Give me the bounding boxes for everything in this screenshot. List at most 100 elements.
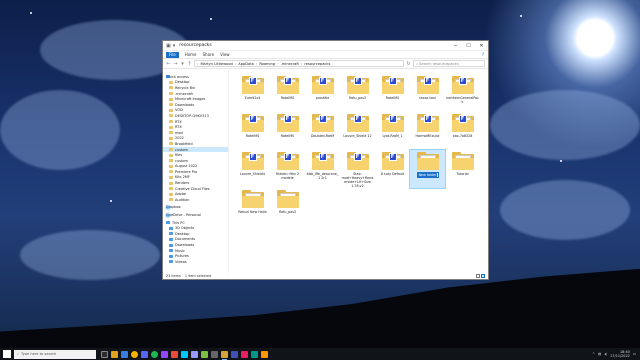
breadcrumb-item[interactable]: Roaming: [259, 62, 275, 66]
rename-input[interactable]: New folder: [416, 172, 439, 178]
file-item-label: Eumlt2x4: [244, 96, 261, 100]
taskbar-search[interactable]: ⌕ Type here to search: [14, 349, 96, 359]
file-item[interactable]: Fprostitle: [305, 74, 340, 112]
help-icon[interactable]: ?: [482, 52, 484, 57]
folder-icon: [169, 131, 173, 135]
navigation-pane[interactable]: Quick access Desktop Recycle Bin .minecraft…: [163, 70, 229, 273]
file-item[interactable]: Tutorial: [445, 150, 480, 188]
chevron-up-icon[interactable]: ^: [592, 352, 595, 356]
sidebar-item-label: Music: [175, 248, 185, 253]
file-item[interactable]: FnorthernGeneralPack: [445, 74, 480, 112]
item-count: 23 items: [166, 274, 181, 278]
file-item[interactable]: flatu_pos3: [270, 188, 305, 226]
file-item[interactable]: F Stair-mod+Heavy+Rend erside+LH+Size 1.7…: [340, 150, 375, 188]
breadcrumb-item[interactable]: .minecraft: [281, 62, 299, 66]
folder-icon: F: [451, 76, 474, 94]
discord-icon[interactable]: [141, 350, 148, 358]
recent-locations-icon[interactable]: ▾: [180, 61, 185, 67]
resourcepack-badge-icon: F: [248, 77, 257, 85]
tab-file[interactable]: File: [166, 51, 179, 58]
title-bar[interactable]: ▣ ▾ resourcepacks ─ ☐ ✕: [163, 41, 488, 51]
file-item[interactable]: New folder: [409, 149, 446, 189]
file-item[interactable]: F Lyat-RatM_1: [375, 112, 410, 150]
large-icons-view-icon[interactable]: [481, 274, 485, 278]
sidebar-item-label: 2022: [175, 136, 184, 141]
up-icon[interactable]: ↑: [187, 61, 192, 67]
file-item[interactable]: Reburl New Hailo: [235, 188, 270, 226]
clock[interactable]: 18:40 17/11/2022: [610, 350, 630, 358]
clock-date: 17/11/2022: [610, 354, 630, 358]
tab-share[interactable]: Share: [203, 52, 215, 57]
twitch-icon[interactable]: [161, 350, 168, 358]
file-item[interactable]: Fflatu_pos3: [340, 74, 375, 112]
spotify-icon[interactable]: [151, 350, 158, 358]
file-item[interactable]: Fldsk_iffe_descrone_1 2r1: [305, 150, 340, 188]
file-item[interactable]: F RatelMS: [270, 112, 305, 150]
file-item[interactable]: F Louvre_Shield 12: [340, 112, 375, 150]
app-icon[interactable]: [261, 350, 268, 358]
file-item[interactable]: F RatelMS: [270, 74, 305, 112]
breadcrumb-item[interactable]: AppData: [238, 62, 254, 66]
folder-icon[interactable]: ▣: [166, 43, 171, 49]
app-icon[interactable]: [231, 350, 238, 358]
app-icon[interactable]: [241, 350, 248, 358]
sidebar-item[interactable]: Dropbox: [163, 205, 228, 211]
network-icon[interactable]: ▤: [598, 352, 601, 356]
file-explorer-active-icon[interactable]: [221, 350, 228, 360]
minimize-icon[interactable]: ─: [449, 41, 462, 50]
sidebar-item[interactable]: Videos: [163, 259, 228, 265]
obs-icon[interactable]: [171, 350, 178, 358]
folder-icon: F: [276, 114, 299, 132]
sidebar-item-label: custom: [175, 158, 188, 163]
photoshop-icon[interactable]: [181, 350, 188, 358]
minecraft-icon[interactable]: [201, 350, 208, 358]
pc-icon: [169, 237, 173, 241]
star: [560, 160, 562, 162]
edge-icon[interactable]: [121, 350, 128, 358]
file-item[interactable]: F 8 suty Default: [375, 150, 410, 188]
sidebar-item[interactable]: Audition: [163, 197, 228, 203]
folder-icon: [169, 114, 173, 118]
close-icon[interactable]: ✕: [475, 41, 488, 50]
file-explorer-icon[interactable]: [111, 350, 118, 358]
maximize-icon[interactable]: ☐: [462, 41, 475, 50]
file-item[interactable]: F RatelMS: [375, 74, 410, 112]
file-view[interactable]: F Eumlt2x4 F RatelMS Fprostitle Fflatu_pos3 F R…: [229, 70, 488, 273]
file-item[interactable]: F Eumlt2x4: [235, 74, 270, 112]
chevron-right-icon: ›: [234, 61, 237, 66]
volume-icon[interactable]: ◂): [604, 352, 607, 356]
chrome-icon[interactable]: [131, 350, 138, 358]
pc-icon: [169, 232, 173, 236]
file-item-label: flatu_pos3: [348, 96, 367, 100]
search-input[interactable]: ⌕ Search resourcepacks: [413, 60, 485, 67]
breadcrumb-item[interactable]: Martyn Littlewood: [200, 62, 232, 66]
file-item[interactable]: Ftexas tool: [410, 74, 445, 112]
app-icon[interactable]: [251, 350, 258, 358]
onedrive-icon: [166, 213, 170, 217]
folder-icon: [169, 92, 173, 96]
refresh-icon[interactable]: ↻: [406, 61, 411, 67]
task-view-icon[interactable]: [101, 350, 108, 358]
tab-home[interactable]: Home: [185, 52, 197, 57]
file-item[interactable]: F HarmoMExulst: [410, 112, 445, 150]
notifications-icon[interactable]: ▭: [633, 352, 636, 356]
back-icon[interactable]: ←: [166, 61, 171, 67]
breadcrumb[interactable]: › Martyn Littlewood › AppData › Roaming …: [194, 60, 404, 67]
folder-icon: [169, 108, 173, 112]
chevron-down-icon[interactable]: ▾: [173, 43, 176, 49]
file-item[interactable]: F RatelMS: [235, 112, 270, 150]
forward-icon[interactable]: →: [173, 61, 178, 67]
file-item[interactable]: F Hidden r9kv 2 modele: [270, 150, 305, 188]
premiere-icon[interactable]: [191, 350, 198, 358]
breadcrumb-item[interactable]: resourcepacks: [304, 62, 330, 66]
file-item[interactable]: F Louvre_Shield4: [235, 150, 270, 188]
windows-start-icon[interactable]: [3, 350, 11, 358]
sidebar-item[interactable]: OneDrive - Personal: [163, 212, 228, 218]
file-item[interactable]: Fxbx-7a6328: [445, 112, 480, 150]
file-item[interactable]: F Doubled-RatM: [305, 112, 340, 150]
tab-view[interactable]: View: [220, 52, 230, 57]
settings-icon[interactable]: [211, 350, 218, 358]
sidebar-item-label: VOD: [175, 108, 183, 113]
file-explorer-window: ▣ ▾ resourcepacks ─ ☐ ✕ File Home Share …: [162, 40, 489, 280]
details-view-icon[interactable]: [476, 274, 480, 278]
